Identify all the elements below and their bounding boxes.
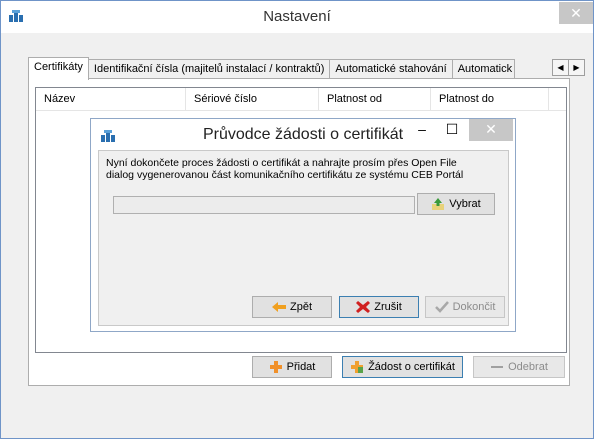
minus-icon — [491, 366, 504, 368]
checkmark-icon — [434, 301, 449, 313]
browse-button[interactable]: Vybrat — [417, 193, 495, 215]
cancel-button-label: Zrušit — [374, 301, 402, 313]
file-path-field[interactable] — [113, 196, 415, 214]
arrow-left-icon — [271, 302, 286, 312]
tab-scroll-left-icon[interactable]: ◀ — [552, 59, 569, 76]
plus-icon — [269, 361, 282, 373]
tab-certificates[interactable]: Certifikáty — [28, 57, 89, 80]
dialog-maximize-button[interactable]: ☐ — [437, 119, 467, 141]
finish-button-label: Dokončit — [452, 301, 496, 313]
column-header-name[interactable]: Název — [36, 88, 186, 110]
back-button[interactable]: Zpět — [252, 296, 332, 318]
add-button-label: Přidat — [286, 361, 316, 373]
dialog-close-button[interactable]: ✕ — [469, 119, 513, 141]
upload-icon — [432, 198, 445, 210]
tab-identification-numbers[interactable]: Identifikační čísla (majitelů instalací … — [87, 59, 331, 79]
title-bar: Nastavení ✕ — [1, 1, 593, 33]
certificate-add-icon — [351, 361, 364, 373]
browse-button-label: Vybrat — [449, 198, 481, 210]
cancel-button[interactable]: Zrušit — [339, 296, 419, 318]
request-certificate-button[interactable]: Žádost o certifikát — [342, 356, 463, 378]
tab-strip: Certifikáty Identifikační čísla (majitel… — [28, 57, 515, 80]
window-title: Nastavení — [263, 8, 331, 25]
remove-button-label: Odebrat — [508, 361, 548, 373]
finish-button[interactable]: Dokončit — [425, 296, 505, 318]
dialog-message-line2: dialog vygenerovanou část komunikačního … — [106, 169, 464, 181]
column-header-valid-from[interactable]: Platnost od — [319, 88, 431, 110]
red-x-icon — [356, 301, 371, 313]
tab-automatic-truncated[interactable]: Automatick — [451, 59, 515, 79]
tab-scroll-right-icon[interactable]: ▶ — [568, 59, 585, 76]
window-close-button[interactable]: ✕ — [559, 2, 593, 24]
dialog-minimize-button[interactable]: – — [407, 119, 437, 141]
dialog-message: Nyní dokončete proces žádosti o certifik… — [106, 157, 496, 181]
column-header-valid-to[interactable]: Platnost do — [431, 88, 549, 110]
remove-button[interactable]: Odebrat — [473, 356, 565, 378]
settings-window: Nastavení ✕ Certifikáty Identifikační čí… — [0, 0, 594, 439]
request-button-label: Žádost o certifikát — [368, 361, 455, 373]
back-button-label: Zpět — [289, 301, 312, 313]
add-button[interactable]: Přidat — [252, 356, 332, 378]
header-divider — [36, 110, 566, 111]
dialog-message-line1: Nyní dokončete proces žádosti o certifik… — [106, 157, 457, 169]
tab-automatic-download[interactable]: Automatické stahování — [329, 59, 453, 79]
column-header-serial[interactable]: Sériové číslo — [186, 88, 319, 110]
